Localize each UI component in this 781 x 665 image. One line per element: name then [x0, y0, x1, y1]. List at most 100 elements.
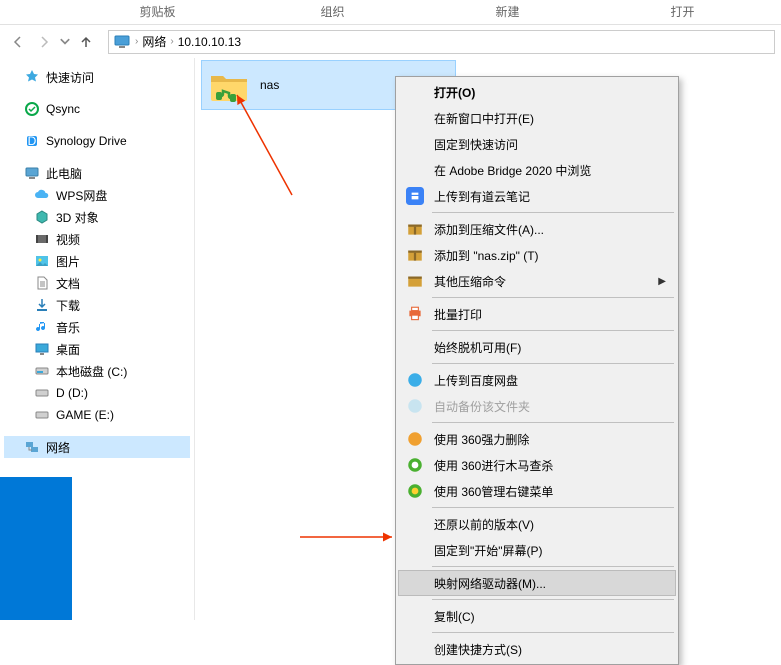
disk-icon [34, 363, 50, 379]
ctx-zip-other[interactable]: 其他压缩命令▶ [398, 268, 676, 294]
ctx-label: 还原以前的版本(V) [434, 516, 534, 533]
sidebar-disk-d[interactable]: D (D:) [4, 382, 190, 404]
address-bar[interactable]: › 网络 › 10.10.10.13 [108, 30, 775, 54]
separator [432, 632, 674, 633]
back-button[interactable] [6, 30, 30, 54]
chevron-right-icon: › [135, 36, 138, 47]
sidebar-desktop[interactable]: 桌面 [4, 338, 190, 360]
ctx-label: 添加到压缩文件(A)... [434, 221, 544, 238]
ctx-shortcut[interactable]: 创建快捷方式(S) [398, 636, 676, 662]
cloud-icon [34, 187, 50, 203]
360-icon [406, 430, 424, 448]
sidebar-network[interactable]: 网络 [4, 436, 190, 458]
ctx-batch-print[interactable]: 批量打印 [398, 301, 676, 327]
ctx-new-window[interactable]: 在新窗口中打开(E) [398, 105, 676, 131]
ribbon-tabs: 剪贴板 组织 新建 打开 [0, 0, 781, 25]
360-icon [406, 456, 424, 474]
separator [432, 363, 674, 364]
ctx-label: 上传到有道云笔记 [434, 188, 530, 205]
ctx-label: 使用 360管理右键菜单 [434, 483, 553, 500]
sidebar-documents[interactable]: 文档 [4, 272, 190, 294]
ctx-restore[interactable]: 还原以前的版本(V) [398, 511, 676, 537]
separator [432, 507, 674, 508]
synology-drive[interactable]: D Synology Drive [4, 130, 190, 152]
ctx-autobak: 自动备份该文件夹 [398, 393, 676, 419]
sidebar-downloads[interactable]: 下载 [4, 294, 190, 316]
address-path[interactable]: 10.10.10.13 [178, 35, 241, 49]
synology-label: Synology Drive [46, 134, 127, 148]
ctx-label: 复制(C) [434, 608, 475, 625]
qsync[interactable]: Qsync [4, 98, 190, 120]
ctx-label: 在 Adobe Bridge 2020 中浏览 [434, 162, 591, 179]
separator [432, 566, 674, 567]
youdao-icon [406, 187, 424, 205]
forward-button[interactable] [32, 30, 56, 54]
address-root[interactable]: 网络 [142, 33, 166, 50]
ctx-pin-start[interactable]: 固定到"开始"屏幕(P) [398, 537, 676, 563]
ctx-offline[interactable]: 始终脱机可用(F) [398, 334, 676, 360]
ctx-label: 上传到百度网盘 [434, 372, 518, 389]
360-icon [406, 482, 424, 500]
qsync-label: Qsync [46, 102, 80, 116]
separator [432, 212, 674, 213]
download-icon [34, 297, 50, 313]
this-pc-label: 此电脑 [46, 165, 82, 182]
ctx-adobe-bridge[interactable]: 在 Adobe Bridge 2020 中浏览 [398, 157, 676, 183]
ctx-open[interactable]: 打开(O) [398, 79, 676, 105]
folder-label: nas [260, 78, 279, 92]
sidebar-disk-c[interactable]: 本地磁盘 (C:) [4, 360, 190, 382]
ctx-copy[interactable]: 复制(C) [398, 603, 676, 629]
archive-icon [406, 220, 424, 238]
synology-icon: D [24, 133, 40, 149]
up-button[interactable] [74, 30, 98, 54]
ctx-label: 在新窗口中打开(E) [434, 110, 534, 127]
ctx-360-menu[interactable]: 使用 360管理右键菜单 [398, 478, 676, 504]
this-pc[interactable]: 此电脑 [4, 162, 190, 184]
baidu-icon [406, 397, 424, 415]
separator [432, 330, 674, 331]
item-label: 本地磁盘 (C:) [56, 363, 127, 380]
sidebar-disk-e[interactable]: GAME (E:) [4, 404, 190, 426]
item-label: 图片 [56, 253, 80, 270]
sidebar-videos[interactable]: 视频 [4, 228, 190, 250]
ribbon-tab-organize[interactable]: 组织 [245, 0, 420, 24]
desktop-icon [34, 341, 50, 357]
qsync-icon [24, 101, 40, 117]
item-label: 桌面 [56, 341, 80, 358]
ctx-baidu[interactable]: 上传到百度网盘 [398, 367, 676, 393]
item-label: D (D:) [56, 386, 88, 400]
ctx-360-trojan[interactable]: 使用 360进行木马查杀 [398, 452, 676, 478]
baidu-icon [406, 371, 424, 389]
sidebar-wps[interactable]: WPS网盘 [4, 184, 190, 206]
ctx-zip-nas[interactable]: 添加到 "nas.zip" (T) [398, 242, 676, 268]
ctx-zip-add[interactable]: 添加到压缩文件(A)... [398, 216, 676, 242]
ctx-label: 使用 360进行木马查杀 [434, 457, 553, 474]
music-icon [34, 319, 50, 335]
chevron-right-icon: ▶ [658, 276, 666, 287]
network-label: 网络 [46, 439, 70, 456]
ctx-360-delete[interactable]: 使用 360强力删除 [398, 426, 676, 452]
sidebar-3d[interactable]: 3D 对象 [4, 206, 190, 228]
chevron-right-icon: › [170, 36, 173, 47]
cube-icon [34, 209, 50, 225]
item-label: 视频 [56, 231, 80, 248]
history-dropdown[interactable] [58, 30, 72, 54]
item-label: WPS网盘 [56, 187, 107, 204]
ribbon-tab-clipboard[interactable]: 剪贴板 [70, 0, 245, 24]
quick-access[interactable]: 快速访问 [4, 66, 190, 88]
ctx-map-drive[interactable]: 映射网络驱动器(M)... [398, 570, 676, 596]
ribbon-tab-new[interactable]: 新建 [420, 0, 595, 24]
printer-icon [406, 305, 424, 323]
sidebar-pictures[interactable]: 图片 [4, 250, 190, 272]
ctx-label: 添加到 "nas.zip" (T) [434, 247, 539, 264]
ctx-youdao[interactable]: 上传到有道云笔记 [398, 183, 676, 209]
item-label: 3D 对象 [56, 209, 99, 226]
ctx-pin-quick[interactable]: 固定到快速访问 [398, 131, 676, 157]
archive-icon [406, 272, 424, 290]
ribbon-tab-open[interactable]: 打开 [595, 0, 770, 24]
sidebar-music[interactable]: 音乐 [4, 316, 190, 338]
star-icon [24, 69, 40, 85]
ctx-label: 打开(O) [434, 84, 475, 101]
item-label: 音乐 [56, 319, 80, 336]
ctx-label: 始终脱机可用(F) [434, 339, 521, 356]
